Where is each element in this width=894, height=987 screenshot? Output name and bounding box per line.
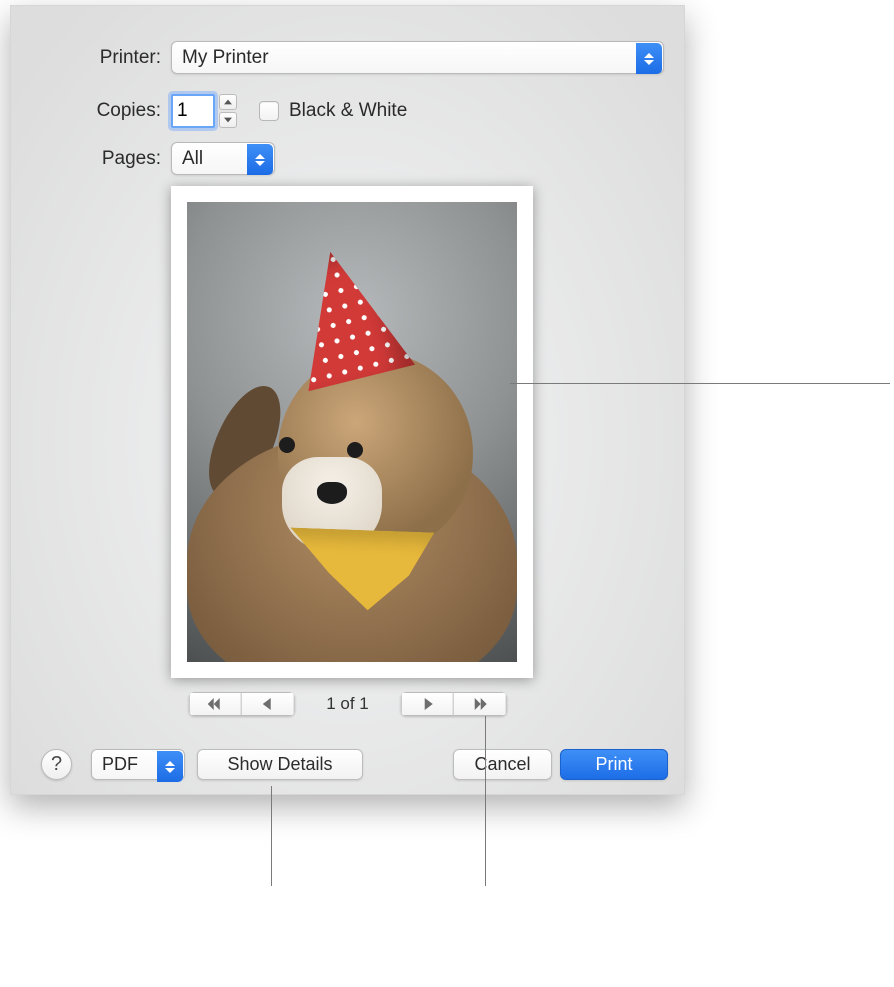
- updown-arrows-icon: [247, 144, 273, 175]
- pages-popup[interactable]: All: [171, 142, 275, 175]
- copies-label: Copies:: [11, 100, 171, 122]
- nav-right-group: [401, 692, 507, 716]
- pdf-popup[interactable]: PDF: [91, 749, 185, 780]
- copies-step-down[interactable]: [219, 112, 237, 128]
- cancel-label: Cancel: [474, 754, 530, 775]
- dialog-bottom-bar: ? PDF Show Details Cancel Print: [11, 736, 684, 794]
- dog-nose-icon: [317, 482, 347, 504]
- dog-eye-right-icon: [347, 442, 363, 458]
- party-hat-icon: [277, 239, 415, 392]
- row-pages: Pages: All: [11, 142, 684, 175]
- callout-line-preview: [510, 383, 890, 384]
- preview-page: [171, 186, 533, 678]
- nav-left-group: [188, 692, 294, 716]
- chevron-left-icon: [258, 694, 276, 715]
- print-button[interactable]: Print: [560, 749, 668, 780]
- dog-eye-left-icon: [279, 437, 295, 453]
- black-white-label: Black & White: [289, 100, 407, 122]
- nav-last-button[interactable]: [454, 692, 507, 716]
- print-dialog: Printer: My Printer Copies:: [10, 5, 685, 795]
- nav-next-button[interactable]: [401, 692, 454, 716]
- preview-page-nav: 1 of 1: [188, 692, 507, 716]
- row-copies: Copies: Black & White: [11, 94, 684, 128]
- copies-step-up[interactable]: [219, 94, 237, 110]
- nav-prev-button[interactable]: [241, 692, 294, 716]
- print-preview: [171, 186, 533, 678]
- chevron-right-icon: [418, 694, 436, 715]
- chevron-double-left-icon: [206, 694, 224, 715]
- updown-arrows-icon: [157, 751, 183, 782]
- callout-line-nav: [485, 716, 486, 886]
- black-white-option: Black & White: [259, 100, 407, 122]
- cancel-button[interactable]: Cancel: [453, 749, 552, 780]
- print-label: Print: [595, 754, 632, 775]
- copies-stepper: [219, 94, 237, 128]
- help-icon: ?: [51, 753, 62, 776]
- callout-line-showdetails: [271, 786, 272, 886]
- show-details-button[interactable]: Show Details: [197, 749, 363, 780]
- page-indicator: 1 of 1: [326, 694, 369, 714]
- show-details-label: Show Details: [227, 754, 332, 775]
- copies-input[interactable]: [171, 94, 215, 128]
- pages-label: Pages:: [11, 148, 171, 170]
- help-button[interactable]: ?: [41, 749, 72, 780]
- pages-popup-value: All: [172, 148, 213, 170]
- printer-label: Printer:: [11, 47, 171, 69]
- updown-arrows-icon: [636, 43, 662, 74]
- chevron-double-right-icon: [471, 694, 489, 715]
- preview-image: [187, 202, 517, 662]
- nav-first-button[interactable]: [188, 692, 241, 716]
- black-white-checkbox[interactable]: [259, 101, 279, 121]
- printer-popup[interactable]: My Printer: [171, 41, 664, 74]
- printer-popup-value: My Printer: [172, 47, 279, 69]
- row-printer: Printer: My Printer: [11, 41, 684, 74]
